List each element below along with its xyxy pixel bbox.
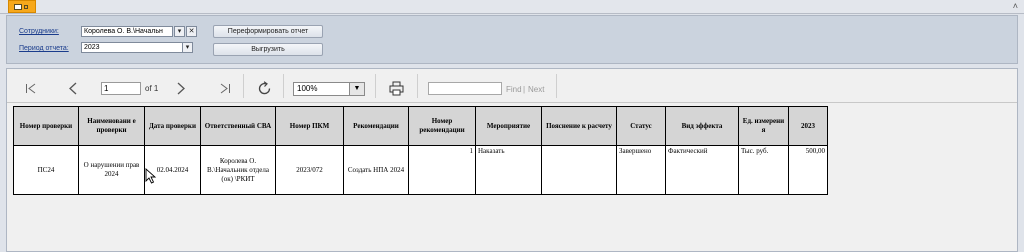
next-page-icon[interactable]: [177, 82, 185, 95]
print-icon[interactable]: [389, 81, 404, 96]
find-input[interactable]: [428, 82, 502, 95]
employee-dropdown-icon[interactable]: ▾: [174, 26, 185, 37]
table-cell: Фактический: [665, 145, 739, 195]
column-header: Номер рекомендации: [408, 106, 476, 146]
reform-report-button[interactable]: Переформировать отчет: [213, 25, 323, 38]
table-cell: Королева О. В.\Начальник отдела (ок) \РК…: [200, 145, 276, 195]
period-field[interactable]: 2023: [81, 42, 185, 53]
zoom-dropdown-icon[interactable]: ▼: [349, 83, 364, 95]
find-link[interactable]: Find: [506, 85, 522, 94]
find-separator: |: [523, 85, 526, 94]
column-header: Статус: [616, 106, 666, 146]
app-tab[interactable]: [8, 0, 36, 13]
column-header: Номер проверки: [13, 106, 79, 146]
next-link[interactable]: Next: [528, 85, 544, 94]
column-header: Дата проверки: [144, 106, 201, 146]
previous-page-icon[interactable]: [69, 82, 77, 95]
column-header: Мероприятие: [475, 106, 542, 146]
employee-field[interactable]: Королева О. В.\Начальн: [81, 26, 173, 37]
column-header: Ответственный СВА: [200, 106, 276, 146]
table-cell: Создать НПА 2024: [343, 145, 409, 195]
page-number-input[interactable]: 1: [101, 82, 141, 95]
table-cell: 1: [408, 145, 476, 195]
table-cell: 2023/072: [275, 145, 344, 195]
zoom-value: 100%: [297, 84, 318, 93]
clear-employee-icon[interactable]: ✕: [186, 26, 197, 37]
refresh-icon[interactable]: [257, 81, 272, 96]
page-count-label: of 1: [145, 84, 159, 93]
table-header-row: Номер проверки Наименовани е проверки Да…: [13, 106, 828, 146]
period-dropdown-icon[interactable]: ▾: [182, 42, 193, 53]
parameter-panel: Сотрудники: Королева О. В.\Начальн ▾ ✕ П…: [6, 15, 1018, 64]
table-cell: Завершено: [616, 145, 666, 195]
column-header: Вид эффекта: [665, 106, 739, 146]
table-cell: 500,00: [788, 145, 828, 195]
first-page-icon[interactable]: [25, 83, 37, 94]
table-cell: [541, 145, 617, 195]
table-cell: Тыс. руб.: [738, 145, 789, 195]
table-cell: ПС24: [13, 145, 79, 195]
table-cell: Наказать: [475, 145, 542, 195]
last-page-icon[interactable]: [219, 83, 231, 94]
column-header: Рекомендации: [343, 106, 409, 146]
column-header: Номер ПКМ: [275, 106, 344, 146]
toolbar-separator: [417, 74, 418, 98]
zoom-select[interactable]: 100% ▼: [293, 82, 365, 96]
report-table: Номер проверки Наименовани е проверки Да…: [13, 106, 828, 195]
mouse-cursor-icon: [145, 168, 157, 184]
collapse-ribbon-icon[interactable]: ˄: [1013, 1, 1018, 11]
employee-label: Сотрудники:: [19, 28, 59, 35]
toolbar-separator: [283, 74, 284, 98]
column-header: Наименовани е проверки: [78, 106, 145, 146]
table-cell: О нарушении прав 2024: [78, 145, 145, 195]
report-toolbar: 1 of 1 100% ▼ Find | Next: [7, 69, 1017, 103]
window-title-bar: ˄: [0, 0, 1024, 14]
column-header: Пояснение к расчету: [541, 106, 617, 146]
toolbar-separator: [243, 74, 244, 98]
period-label: Период отчета:: [19, 45, 69, 52]
toolbar-separator: [375, 74, 376, 98]
column-header: Ед. измерени я: [738, 106, 789, 146]
window-icon: [24, 5, 28, 9]
toolbar-separator: [556, 74, 557, 98]
table-row: ПС24 О нарушении прав 2024 02.04.2024 Ко…: [13, 145, 828, 195]
export-button[interactable]: Выгрузить: [213, 43, 323, 56]
report-icon: [14, 4, 22, 10]
column-header: 2023: [788, 106, 828, 146]
report-viewer: 1 of 1 100% ▼ Find | Next Номер проверки…: [6, 68, 1018, 252]
